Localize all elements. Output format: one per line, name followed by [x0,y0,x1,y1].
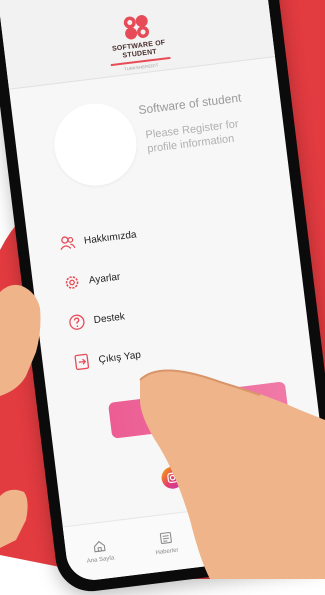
profile-menu: Hakkımızda Ayarlar Destek Çıkış Yap [56,200,274,383]
brand-logo: SOFTWARE OF STUDENT TURKSHEREDIT [83,7,193,76]
people-icon [60,236,76,250]
register-button[interactable]: Kayıt Ol [108,381,290,439]
social-links [160,456,261,490]
profile-avatar[interactable] [49,98,142,191]
home-icon [93,540,106,553]
tab-label: Profil [292,531,308,540]
tab-profile[interactable]: Profil [262,495,325,559]
facebook-icon[interactable] [198,460,223,486]
tab-favorites[interactable]: Favoriler [196,503,269,567]
help-icon [69,314,85,330]
tab-label: Haberler [155,547,179,557]
twitter-icon[interactable] [235,456,261,481]
profile-hint: Please Register for profile information [144,118,240,156]
menu-item-label: Hakkımızda [83,228,138,247]
tab-news[interactable]: Haberler [129,511,202,575]
logout-icon [74,353,90,371]
tab-label: Ana Sayfa [86,555,115,565]
gear-icon [65,276,79,289]
contact-title: İletişime Geçin [186,438,247,456]
instagram-icon[interactable] [160,465,185,490]
profile-icon [292,515,305,528]
phone-device: SOFTWARE OF STUDENT TURKSHEREDIT Softwar… [0,0,325,595]
menu-item-label: Çıkış Yap [98,349,142,366]
bookmark-icon [227,523,237,537]
profile-title: Software of student [137,90,243,118]
news-icon [159,532,172,545]
tab-home[interactable]: Ana Sayfa [63,519,136,583]
logo-mark-icon [123,15,150,40]
tab-label: Favoriler [221,539,246,549]
app-header: SOFTWARE OF STUDENT TURKSHEREDIT [0,0,276,90]
menu-item-label: Ayarlar [88,271,121,286]
menu-item-label: Destek [93,310,126,326]
